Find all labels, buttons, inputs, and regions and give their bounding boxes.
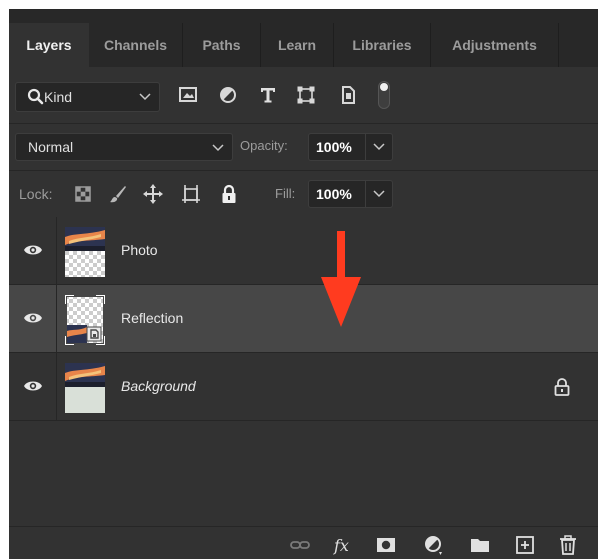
- lock-icon[interactable]: [553, 377, 571, 397]
- layers-list: Photo Reflection Background: [9, 217, 598, 526]
- link-layers-icon[interactable]: [289, 534, 311, 556]
- opacity-input[interactable]: 100%: [308, 133, 393, 161]
- layer-row-photo[interactable]: Photo: [9, 217, 598, 285]
- chevron-down-icon[interactable]: [373, 190, 385, 198]
- adjustment-layer-filter-icon[interactable]: [217, 84, 239, 106]
- filter-toggle-switch[interactable]: [378, 81, 390, 109]
- new-layer-icon[interactable]: [514, 534, 536, 556]
- fill-value: 100%: [316, 186, 352, 202]
- blend-mode-select[interactable]: Normal: [15, 133, 233, 161]
- tab-channels[interactable]: Channels: [89, 23, 182, 67]
- layer-thumbnail: [65, 295, 105, 345]
- tab-paths[interactable]: Paths: [183, 23, 260, 67]
- chevron-down-icon[interactable]: [373, 143, 385, 151]
- eye-icon: [24, 245, 42, 255]
- blend-mode-label: Normal: [28, 139, 74, 155]
- visibility-toggle[interactable]: [9, 217, 57, 284]
- blend-mode-row: Normal Opacity: 100%: [9, 124, 598, 170]
- layer-thumbnail: [65, 227, 105, 277]
- delete-layer-icon[interactable]: [557, 534, 579, 556]
- lock-label: Lock:: [19, 186, 53, 202]
- search-icon: [27, 88, 44, 105]
- fill-label: Fill:: [275, 186, 296, 201]
- new-adjustment-layer-icon[interactable]: [423, 534, 445, 556]
- lock-position-icon[interactable]: [142, 183, 164, 205]
- svg-text:fx: fx: [333, 536, 349, 555]
- fill-input[interactable]: 100%: [308, 180, 393, 208]
- chevron-down-icon: [212, 144, 224, 152]
- layer-name: Reflection: [121, 310, 184, 326]
- layer-filter-row: Kind: [9, 67, 598, 123]
- add-layer-style-icon[interactable]: fx: [331, 534, 353, 556]
- tab-layers[interactable]: Layers: [9, 23, 89, 67]
- type-layer-filter-icon[interactable]: [257, 84, 279, 106]
- layer-name: Background: [121, 378, 196, 394]
- eye-icon: [24, 313, 42, 323]
- filter-toggle-icon: [380, 83, 388, 91]
- layer-row-reflection[interactable]: Reflection: [9, 285, 598, 353]
- annotation-arrow-icon: [321, 231, 361, 327]
- panel-tab-bar: Layers Channels Paths Learn Libraries Ad…: [9, 23, 598, 67]
- layer-name: Photo: [121, 242, 158, 258]
- visibility-toggle[interactable]: [9, 353, 57, 420]
- lock-row: Lock: Fill: 100%: [9, 171, 598, 217]
- pixel-layer-filter-icon[interactable]: [177, 84, 199, 106]
- smart-object-filter-icon[interactable]: [337, 84, 359, 106]
- tab-libraries[interactable]: Libraries: [334, 23, 430, 67]
- panel-top-strip: [9, 9, 598, 23]
- lock-artboard-icon[interactable]: [180, 183, 202, 205]
- tab-adjustments[interactable]: Adjustments: [431, 23, 558, 67]
- layer-row-background[interactable]: Background: [9, 353, 598, 421]
- field-separator: [365, 134, 366, 160]
- layer-thumbnail: [65, 363, 105, 413]
- filter-kind-label: Kind: [44, 89, 73, 105]
- new-group-icon[interactable]: [469, 534, 491, 556]
- visibility-toggle[interactable]: [9, 285, 57, 352]
- layers-bottom-toolbar: fx: [9, 526, 598, 559]
- filter-kind-select[interactable]: Kind: [15, 82, 160, 112]
- lock-image-pixels-icon[interactable]: [107, 183, 129, 205]
- lock-transparent-pixels-icon[interactable]: [72, 183, 94, 205]
- layers-panel: Layers Channels Paths Learn Libraries Ad…: [9, 9, 598, 559]
- tab-learn[interactable]: Learn: [261, 23, 333, 67]
- opacity-label: Opacity:: [240, 138, 288, 153]
- field-separator: [365, 181, 366, 207]
- opacity-value: 100%: [316, 139, 352, 155]
- add-mask-icon[interactable]: [375, 534, 397, 556]
- shape-layer-filter-icon[interactable]: [295, 84, 317, 106]
- eye-icon: [24, 381, 42, 391]
- tab-separator: [558, 23, 559, 67]
- lock-all-icon[interactable]: [218, 183, 240, 205]
- chevron-down-icon: [139, 93, 151, 101]
